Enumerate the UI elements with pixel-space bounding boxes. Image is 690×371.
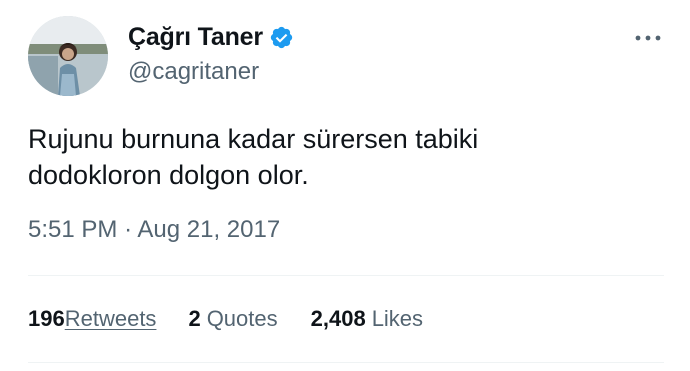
tweet-date[interactable]: Aug 21, 2017	[137, 216, 280, 243]
meta-separator: ·	[124, 216, 133, 243]
profile-photo-icon	[28, 16, 108, 96]
retweets-stat[interactable]: 196 Retweets	[28, 306, 156, 332]
tweet-text-line: dodokloron dolgon olor.	[28, 160, 309, 190]
author-handle[interactable]: @cagritaner	[128, 58, 259, 86]
more-options-button[interactable]	[630, 28, 666, 48]
author-name-row: Çağrı Taner	[128, 23, 294, 52]
retweets-label: Retweets	[64, 306, 157, 331]
retweets-count: 196	[28, 306, 65, 331]
likes-stat[interactable]: 2,408 Likes	[311, 306, 423, 332]
timestamp-row: 5:51 PM · Aug 21, 2017	[28, 216, 280, 244]
engagement-stats: 196 Retweets 2 Quotes 2,408 Likes	[28, 306, 423, 332]
more-horizontal-icon	[635, 35, 661, 41]
verified-badge-icon	[269, 25, 294, 50]
tweet-text-line: Rujunu burnuna kadar sürersen tabiki	[28, 124, 479, 154]
likes-label: Likes	[371, 306, 424, 331]
tweet-card: Çağrı Taner @cagritaner Rujunu burnuna k…	[0, 0, 690, 371]
quotes-label: Quotes	[206, 306, 278, 331]
divider	[28, 362, 664, 363]
likes-count: 2,408	[310, 306, 366, 331]
quotes-stat[interactable]: 2 Quotes	[188, 306, 277, 332]
avatar[interactable]	[28, 16, 108, 96]
tweet-time[interactable]: 5:51 PM	[28, 216, 117, 243]
divider	[28, 275, 664, 276]
tweet-text: Rujunu burnuna kadar sürersen tabiki dod…	[28, 121, 648, 193]
author-display-name[interactable]: Çağrı Taner	[128, 23, 263, 52]
quotes-count: 2	[188, 306, 201, 331]
